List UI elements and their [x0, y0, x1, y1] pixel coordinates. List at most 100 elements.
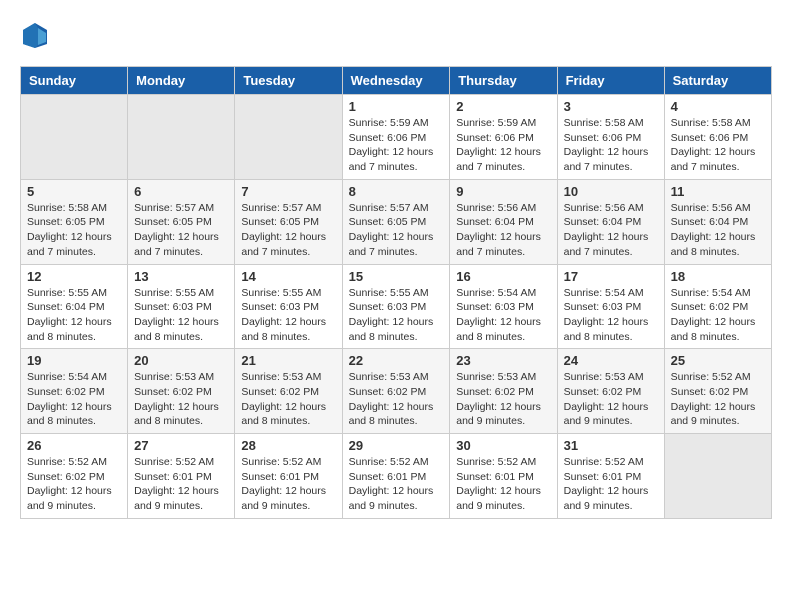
day-number: 31: [564, 438, 658, 453]
calendar-cell: [664, 434, 771, 519]
day-info: Sunrise: 5:52 AM Sunset: 6:01 PM Dayligh…: [456, 455, 550, 514]
day-info: Sunrise: 5:57 AM Sunset: 6:05 PM Dayligh…: [134, 201, 228, 260]
calendar-week-3: 12 Sunrise: 5:55 AM Sunset: 6:04 PM Dayli…: [21, 264, 772, 349]
calendar-table: SundayMondayTuesdayWednesdayThursdayFrid…: [20, 66, 772, 519]
calendar-cell: 21Sunrise: 5:53 AM Sunset: 6:02 PM Dayli…: [235, 349, 342, 434]
calendar-cell: 27Sunrise: 5:52 AM Sunset: 6:01 PM Dayli…: [128, 434, 235, 519]
day-info: Sunrise: 5:52 AM Sunset: 6:02 PM Dayligh…: [27, 455, 121, 514]
day-info: Sunrise: 5:52 AM Sunset: 6:02 PM Dayligh…: [671, 370, 765, 429]
day-number: 6: [134, 184, 228, 199]
calendar-cell: 25Sunrise: 5:52 AM Sunset: 6:02 PM Dayli…: [664, 349, 771, 434]
day-info: Sunrise: 5:58 AM Sunset: 6:05 PM Dayligh…: [27, 201, 121, 260]
logo-icon: [20, 20, 50, 50]
day-number: 3: [564, 99, 658, 114]
column-header-saturday: Saturday: [664, 67, 771, 95]
calendar-cell: 16 Sunrise: 5:54 AM Sunset: 6:03 PM Dayli…: [450, 264, 557, 349]
calendar-cell: 31 Sunrise: 5:52 AM Sunset: 6:01 PM Dayli…: [557, 434, 664, 519]
day-number: 19: [27, 353, 121, 368]
day-info: Sunrise: 5:52 AM Sunset: 6:01 PM Dayligh…: [564, 455, 658, 514]
day-info: Sunrise: 5:56 AM Sunset: 6:04 PM Dayligh…: [456, 201, 550, 260]
column-header-sunday: Sunday: [21, 67, 128, 95]
day-info: Sunrise: 5:53 AM Sunset: 6:02 PM Dayligh…: [134, 370, 228, 429]
day-info: Sunrise: 5:52 AM Sunset: 6:01 PM Dayligh…: [349, 455, 444, 514]
calendar-cell: 17Sunrise: 5:54 AM Sunset: 6:03 PM Dayli…: [557, 264, 664, 349]
day-info: Sunrise: 5:55 AM Sunset: 6:03 PM Dayligh…: [134, 286, 228, 345]
calendar-cell: 23 Sunrise: 5:53 AM Sunset: 6:02 PM Dayli…: [450, 349, 557, 434]
day-info: Sunrise: 5:52 AM Sunset: 6:01 PM Dayligh…: [241, 455, 335, 514]
day-number: 24: [564, 353, 658, 368]
calendar-week-4: 19 Sunrise: 5:54 AM Sunset: 6:02 PM Dayli…: [21, 349, 772, 434]
calendar-cell: 5 Sunrise: 5:58 AM Sunset: 6:05 PM Daylig…: [21, 179, 128, 264]
calendar-cell: 19 Sunrise: 5:54 AM Sunset: 6:02 PM Dayli…: [21, 349, 128, 434]
calendar-cell: 24Sunrise: 5:53 AM Sunset: 6:02 PM Dayli…: [557, 349, 664, 434]
calendar-cell: 1 Sunrise: 5:59 AM Sunset: 6:06 PM Daylig…: [342, 95, 450, 180]
column-header-friday: Friday: [557, 67, 664, 95]
day-number: 12: [27, 269, 121, 284]
day-number: 29: [349, 438, 444, 453]
day-number: 4: [671, 99, 765, 114]
day-number: 18: [671, 269, 765, 284]
calendar-cell: 15 Sunrise: 5:55 AM Sunset: 6:03 PM Dayli…: [342, 264, 450, 349]
day-number: 5: [27, 184, 121, 199]
calendar-cell: 29 Sunrise: 5:52 AM Sunset: 6:01 PM Dayli…: [342, 434, 450, 519]
day-info: Sunrise: 5:54 AM Sunset: 6:02 PM Dayligh…: [27, 370, 121, 429]
calendar-cell: 22 Sunrise: 5:53 AM Sunset: 6:02 PM Dayli…: [342, 349, 450, 434]
day-number: 11: [671, 184, 765, 199]
calendar-cell: 2 Sunrise: 5:59 AM Sunset: 6:06 PM Daylig…: [450, 95, 557, 180]
day-info: Sunrise: 5:59 AM Sunset: 6:06 PM Dayligh…: [349, 116, 444, 175]
day-info: Sunrise: 5:55 AM Sunset: 6:03 PM Dayligh…: [241, 286, 335, 345]
calendar-cell: 3Sunrise: 5:58 AM Sunset: 6:06 PM Daylig…: [557, 95, 664, 180]
calendar-cell: 6 Sunrise: 5:57 AM Sunset: 6:05 PM Daylig…: [128, 179, 235, 264]
calendar-cell: 9 Sunrise: 5:56 AM Sunset: 6:04 PM Daylig…: [450, 179, 557, 264]
calendar-cell: 4 Sunrise: 5:58 AM Sunset: 6:06 PM Daylig…: [664, 95, 771, 180]
calendar-cell: 20 Sunrise: 5:53 AM Sunset: 6:02 PM Dayli…: [128, 349, 235, 434]
day-number: 20: [134, 353, 228, 368]
day-number: 1: [349, 99, 444, 114]
day-info: Sunrise: 5:58 AM Sunset: 6:06 PM Dayligh…: [671, 116, 765, 175]
day-number: 21: [241, 353, 335, 368]
day-info: Sunrise: 5:56 AM Sunset: 6:04 PM Dayligh…: [671, 201, 765, 260]
day-number: 8: [349, 184, 444, 199]
day-number: 22: [349, 353, 444, 368]
calendar-cell: 11 Sunrise: 5:56 AM Sunset: 6:04 PM Dayli…: [664, 179, 771, 264]
day-number: 23: [456, 353, 550, 368]
day-number: 9: [456, 184, 550, 199]
page-header: [20, 20, 772, 50]
calendar-cell: [235, 95, 342, 180]
day-info: Sunrise: 5:54 AM Sunset: 6:03 PM Dayligh…: [456, 286, 550, 345]
day-info: Sunrise: 5:53 AM Sunset: 6:02 PM Dayligh…: [349, 370, 444, 429]
day-number: 28: [241, 438, 335, 453]
column-header-thursday: Thursday: [450, 67, 557, 95]
calendar-cell: 7 Sunrise: 5:57 AM Sunset: 6:05 PM Daylig…: [235, 179, 342, 264]
day-number: 13: [134, 269, 228, 284]
day-number: 30: [456, 438, 550, 453]
logo: [20, 20, 54, 50]
day-info: Sunrise: 5:56 AM Sunset: 6:04 PM Dayligh…: [564, 201, 658, 260]
column-header-wednesday: Wednesday: [342, 67, 450, 95]
calendar-cell: [128, 95, 235, 180]
calendar-cell: 26 Sunrise: 5:52 AM Sunset: 6:02 PM Dayli…: [21, 434, 128, 519]
day-info: Sunrise: 5:53 AM Sunset: 6:02 PM Dayligh…: [456, 370, 550, 429]
calendar-cell: 28 Sunrise: 5:52 AM Sunset: 6:01 PM Dayli…: [235, 434, 342, 519]
calendar-cell: 30 Sunrise: 5:52 AM Sunset: 6:01 PM Dayli…: [450, 434, 557, 519]
day-info: Sunrise: 5:55 AM Sunset: 6:04 PM Dayligh…: [27, 286, 121, 345]
day-number: 26: [27, 438, 121, 453]
day-info: Sunrise: 5:55 AM Sunset: 6:03 PM Dayligh…: [349, 286, 444, 345]
calendar-week-2: 5 Sunrise: 5:58 AM Sunset: 6:05 PM Daylig…: [21, 179, 772, 264]
calendar-header-row: SundayMondayTuesdayWednesdayThursdayFrid…: [21, 67, 772, 95]
day-info: Sunrise: 5:54 AM Sunset: 6:02 PM Dayligh…: [671, 286, 765, 345]
day-number: 2: [456, 99, 550, 114]
day-number: 10: [564, 184, 658, 199]
day-info: Sunrise: 5:57 AM Sunset: 6:05 PM Dayligh…: [241, 201, 335, 260]
column-header-tuesday: Tuesday: [235, 67, 342, 95]
calendar-cell: [21, 95, 128, 180]
day-info: Sunrise: 5:59 AM Sunset: 6:06 PM Dayligh…: [456, 116, 550, 175]
day-info: Sunrise: 5:54 AM Sunset: 6:03 PM Dayligh…: [564, 286, 658, 345]
day-number: 7: [241, 184, 335, 199]
day-info: Sunrise: 5:57 AM Sunset: 6:05 PM Dayligh…: [349, 201, 444, 260]
calendar-week-1: 1 Sunrise: 5:59 AM Sunset: 6:06 PM Daylig…: [21, 95, 772, 180]
day-number: 16: [456, 269, 550, 284]
day-number: 15: [349, 269, 444, 284]
column-header-monday: Monday: [128, 67, 235, 95]
calendar-cell: 14Sunrise: 5:55 AM Sunset: 6:03 PM Dayli…: [235, 264, 342, 349]
